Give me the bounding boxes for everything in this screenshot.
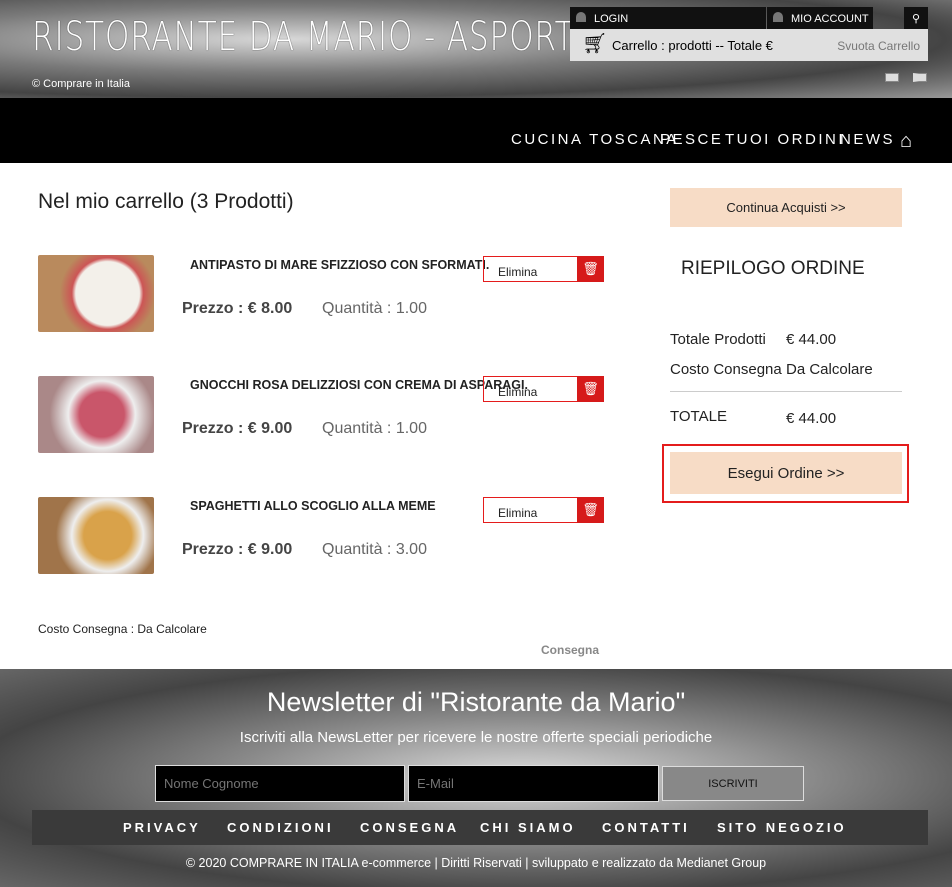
copyright: © 2020 COMPRARE IN ITALIA e-commerce | D… [185,856,767,870]
grid-view-icon[interactable] [913,73,927,82]
delivery-label: Costo Consegna [670,361,782,378]
delete-button[interactable]: Elimina 🗑︎ [483,376,604,402]
account-button[interactable]: MIO ACCOUNT [767,7,873,29]
subscribe-button[interactable]: ISCRIVITI [662,766,804,801]
product-name[interactable]: SPAGHETTI ALLO SCOGLIO ALLA MEME [190,499,436,513]
main-nav: CUCINA TOSCANA PESCE TUOI ORDINI NEWS ⌂ [0,98,952,163]
list-view-icon[interactable] [885,73,899,82]
divider [670,391,902,392]
total-label: TOTALE [670,408,727,425]
nav-pesce[interactable]: PESCE [660,131,723,148]
cart-text: Carrello : prodotti -- Totale € [612,38,773,53]
total-value: € 44.00 [786,410,837,427]
footer-link-consegna[interactable]: CONSEGNA [360,820,459,835]
name-input[interactable] [155,765,405,802]
delete-button[interactable]: Elimina 🗑︎ [483,256,604,282]
footer-link-chi-siamo[interactable]: CHI SIAMO [480,820,576,835]
search-icon[interactable]: ⚲ [904,7,928,29]
products-total-value: € 44.00 [786,331,837,348]
account-label: MIO ACCOUNT [791,13,869,25]
cart-summary-bar[interactable]: 🛒︎ Carrello : prodotti -- Totale € Svuot… [570,29,928,61]
product-price: Prezzo : € 9.00 [182,541,293,558]
continue-shopping-button[interactable]: Continua Acquisti >> [670,188,902,227]
summary-title: RIEPILOGO ORDINE [681,258,865,279]
delete-label: Elimina [498,385,538,399]
product-name[interactable]: GNOCCHI ROSA DELIZZIOSI CON CREMA DI ASP… [190,378,528,392]
footer-link-sito-negozio[interactable]: SITO NEGOZIO [717,820,847,835]
newsletter-subtitle: Iscriviti alla NewsLetter per ricevere l… [239,729,713,746]
email-input[interactable] [408,765,659,802]
product-price: Prezzo : € 8.00 [182,300,293,317]
delete-button[interactable]: Elimina 🗑︎ [483,497,604,523]
delivery-value: Da Calcolare [786,361,873,378]
product-price: Prezzo : € 9.00 [182,420,293,437]
footer-nav: PRIVACY CONDIZIONI CONSEGNA CHI SIAMO CO… [32,810,928,845]
newsletter-title: Newsletter di "Ristorante da Mario" [266,687,686,717]
delivery-cost-note: Costo Consegna : Da Calcolare [38,622,207,636]
nav-news[interactable]: NEWS [840,131,895,148]
home-icon[interactable]: ⌂ [900,130,912,153]
trash-icon: 🗑︎ [577,497,604,523]
nav-tuoi-ordini[interactable]: TUOI ORDINI [725,131,845,148]
trash-icon: 🗑︎ [577,376,604,402]
empty-cart-link[interactable]: Svuota Carrello [837,29,920,63]
product-quantity: Quantità : 1.00 [322,420,427,437]
footer-link-condizioni[interactable]: CONDIZIONI [227,820,334,835]
header-banner: RISTORANTE DA MARIO - ASPORTO © Comprare… [0,0,952,98]
cart-icon: 🛒︎ [582,33,608,55]
product-image[interactable] [38,255,154,332]
login-label: LOGIN [594,13,629,25]
product-image[interactable] [38,497,154,574]
user-icon [773,12,783,22]
products-total-label: Totale Prodotti [670,331,766,348]
product-quantity: Quantità : 1.00 [322,300,427,317]
trash-icon: 🗑︎ [577,256,604,282]
footer-link-privacy[interactable]: PRIVACY [123,820,201,835]
login-button[interactable]: LOGIN [570,7,766,29]
footer-link-contatti[interactable]: CONTATTI [602,820,690,835]
nav-cucina-toscana[interactable]: CUCINA TOSCANA [511,131,679,148]
delete-label: Elimina [498,265,538,279]
delete-label: Elimina [498,506,538,520]
delivery-link[interactable]: Consegna [541,643,599,657]
tagline: © Comprare in Italia [32,78,130,90]
product-name[interactable]: ANTIPASTO DI MARE SFIZZIOSO CON SFORMATI… [190,258,489,272]
checkout-button[interactable]: Esegui Ordine >> [670,452,902,494]
user-icon [576,12,586,22]
product-image[interactable] [38,376,154,453]
cart-title: Nel mio carrello (3 Prodotti) [38,190,294,213]
product-quantity: Quantità : 3.00 [322,541,427,558]
site-logo[interactable]: RISTORANTE DA MARIO - ASPORTO [32,14,600,60]
